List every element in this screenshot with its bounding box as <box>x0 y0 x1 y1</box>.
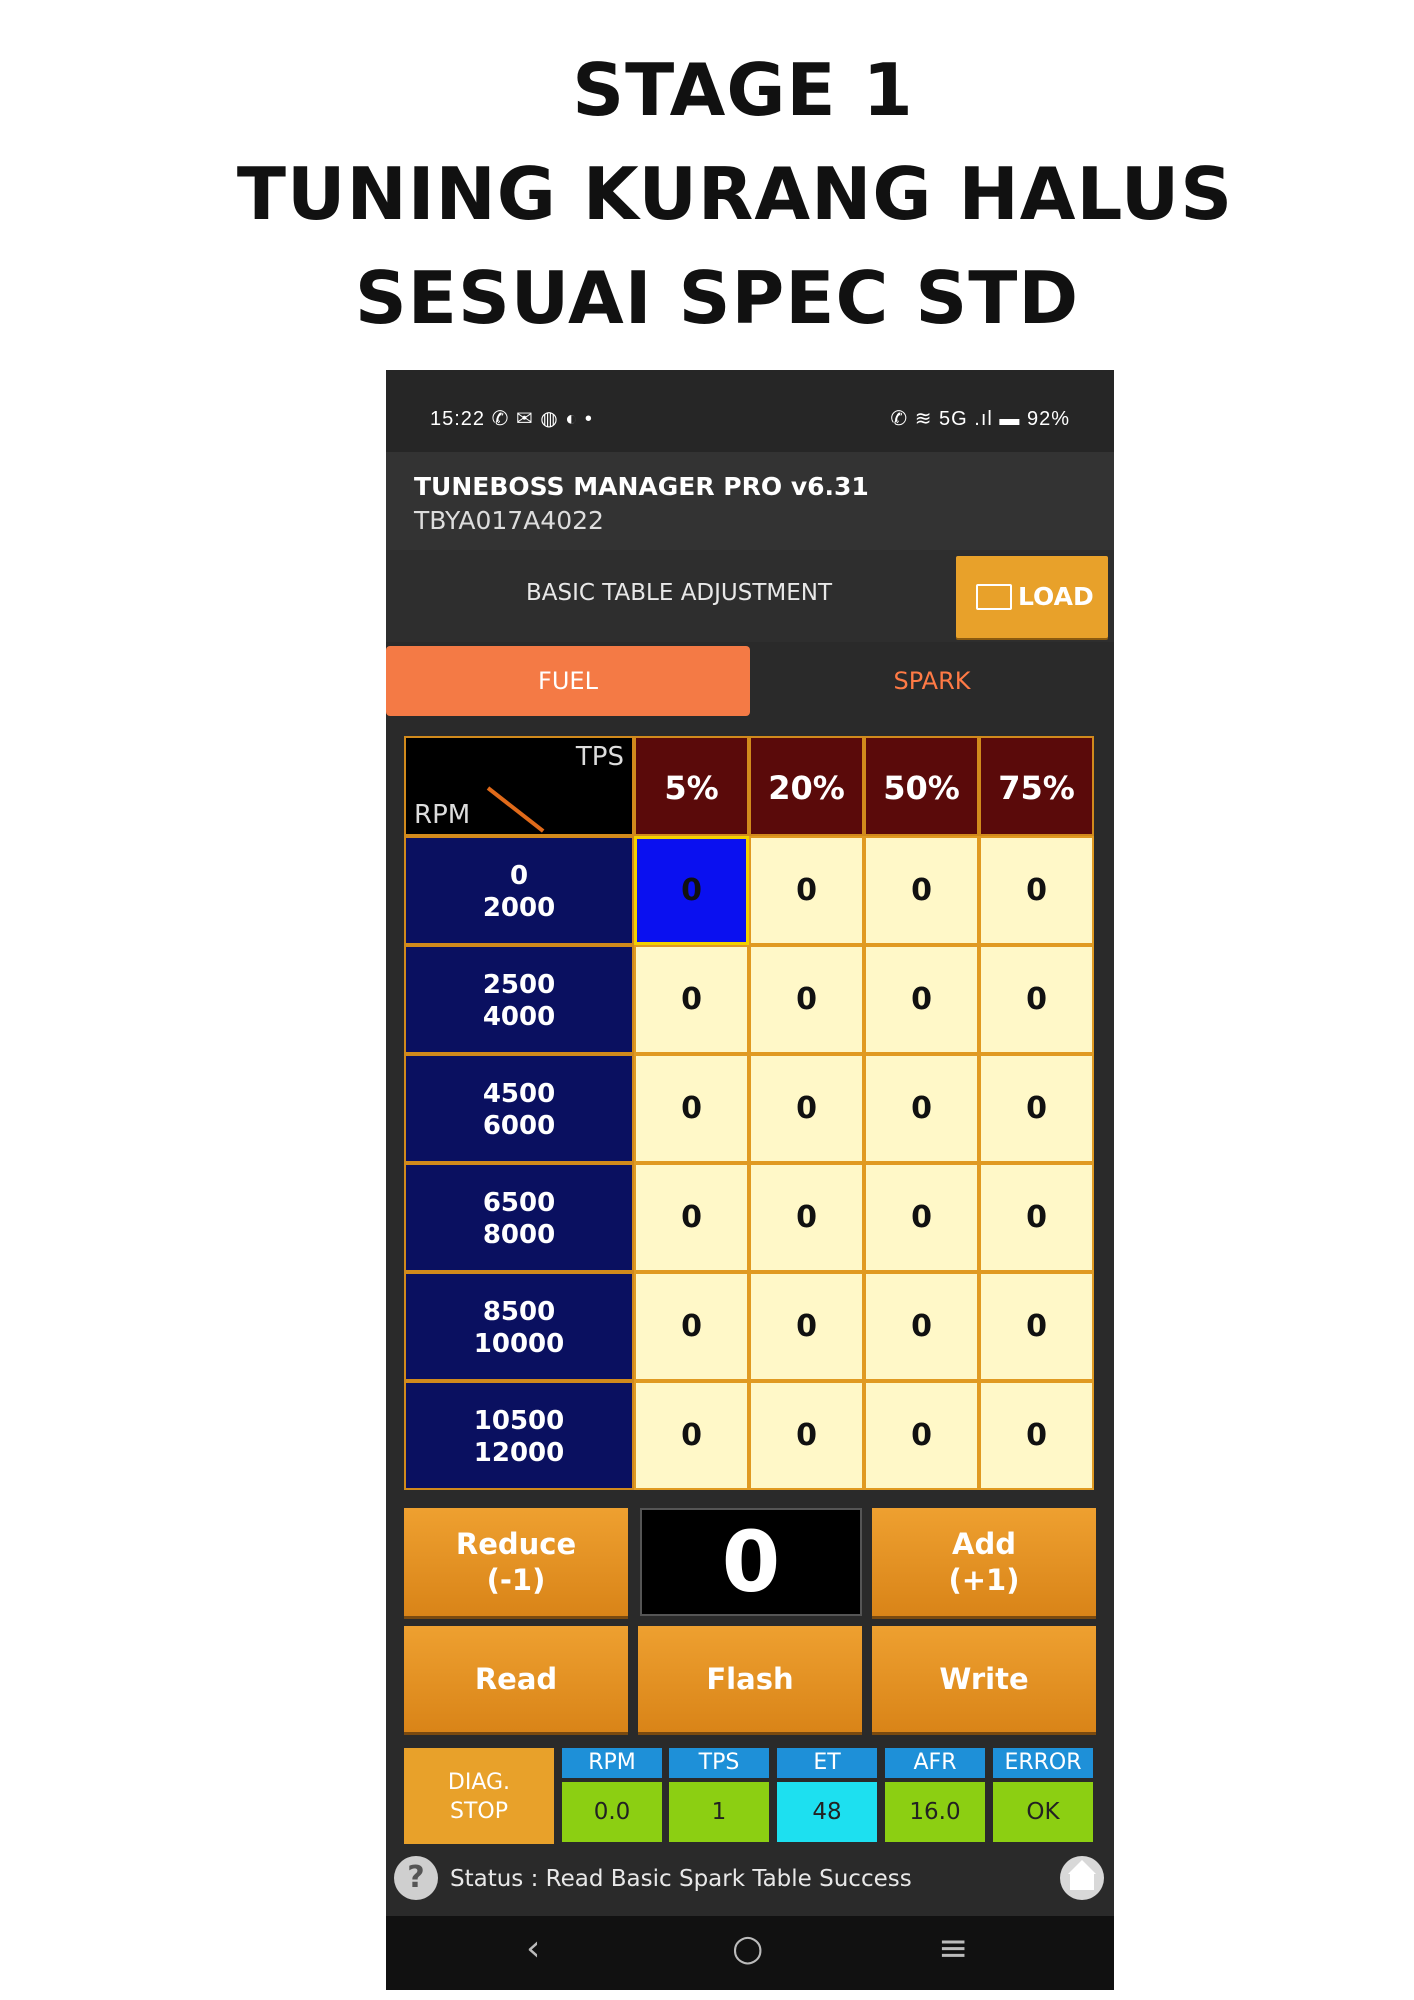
table-cell[interactable]: 0 <box>749 945 864 1054</box>
recents-icon[interactable]: ≡ <box>938 1928 968 1969</box>
table-cell[interactable]: 0 <box>749 1163 864 1272</box>
system-nav-bar: ‹ ○ ≡ <box>386 1916 1114 1990</box>
headline-line-2: TUNING KURANG HALUS <box>236 152 1234 236</box>
tab-bar: FUEL SPARK <box>386 642 1114 720</box>
toolbar: BASIC TABLE ADJUSTMENT LOAD <box>386 550 1114 642</box>
app-bar: TUNEBOSS MANAGER PRO v6.31 TBYA017A4022 <box>386 452 1114 550</box>
phone-screenshot: 15:22 ✆ ✉ ◍ ◐ • ✆ ≋ 5G .ıl ▬ 92% TUNEBOS… <box>386 370 1114 1990</box>
diag-value-rpm: 0.0 <box>562 1782 662 1842</box>
diag-header-tps: TPS <box>669 1748 769 1778</box>
home-icon[interactable] <box>1060 1856 1104 1900</box>
column-header: 20% <box>749 736 864 836</box>
column-header: 50% <box>864 736 979 836</box>
headline-line-3: SESUAI SPEC STD <box>354 256 1080 340</box>
diag-stop-button[interactable]: DIAG. STOP <box>404 1748 554 1844</box>
home-nav-icon[interactable]: ○ <box>732 1928 763 1969</box>
add-step: (+1) <box>948 1563 1020 1597</box>
diag-value-afr: 16.0 <box>885 1782 985 1842</box>
help-icon[interactable]: ? <box>394 1856 438 1900</box>
notification-icons: ✆ ✉ ◍ ◐ • <box>491 408 593 430</box>
row-header: 4500 6000 <box>404 1054 634 1163</box>
table-cell[interactable]: 0 <box>864 945 979 1054</box>
diag-header-error: ERROR <box>993 1748 1093 1778</box>
table-cell[interactable]: 0 <box>979 1163 1094 1272</box>
table-cell[interactable]: 0 <box>634 1163 749 1272</box>
device-id: TBYA017A4022 <box>414 506 604 535</box>
row-header: 2500 4000 <box>404 945 634 1054</box>
table-cell[interactable]: 0 <box>979 1272 1094 1381</box>
status-message: Status : Read Basic Spark Table Success <box>450 1866 912 1892</box>
table-cell[interactable]: 0 <box>979 1054 1094 1163</box>
row-header: 6500 8000 <box>404 1163 634 1272</box>
signal-icons: ✆ ≋ 5G .ıl ▬ <box>890 408 1021 430</box>
status-bar: 15:22 ✆ ✉ ◍ ◐ • ✆ ≋ 5G .ıl ▬ 92% <box>386 370 1114 452</box>
reduce-label: Reduce <box>455 1527 577 1561</box>
table-cell[interactable]: 0 <box>634 945 749 1054</box>
stop-label: STOP <box>450 1799 508 1824</box>
table-cell[interactable]: 0 <box>979 836 1094 945</box>
load-button[interactable]: LOAD <box>956 556 1108 638</box>
folder-icon <box>976 584 1012 610</box>
reduce-step: (-1) <box>486 1563 546 1597</box>
diag-label: DIAG. <box>447 1770 511 1795</box>
table-cell[interactable]: 0 <box>634 1381 749 1490</box>
status-right: ✆ ≋ 5G .ıl ▬ 92% <box>890 406 1070 431</box>
reduce-button[interactable]: Reduce (-1) <box>404 1508 628 1616</box>
status-left: 15:22 ✆ ✉ ◍ ◐ • <box>430 406 593 431</box>
status-line: ? Status : Read Basic Spark Table Succes… <box>386 1850 1114 1906</box>
table-cell[interactable]: 0 <box>749 836 864 945</box>
load-label: LOAD <box>1018 582 1094 611</box>
row-header: 0 2000 <box>404 836 634 945</box>
current-value-display: 0 <box>640 1508 862 1616</box>
diag-value-tps: 1 <box>669 1782 769 1842</box>
battery-level: 92% <box>1026 408 1070 430</box>
table-cell-selected[interactable]: 0 <box>634 836 749 945</box>
write-button[interactable]: Write <box>872 1626 1096 1732</box>
flash-button[interactable]: Flash <box>638 1626 862 1732</box>
add-label: Add <box>952 1527 1016 1561</box>
table-cell[interactable]: 0 <box>864 1054 979 1163</box>
table-cell[interactable]: 0 <box>749 1381 864 1490</box>
table-cell[interactable]: 0 <box>864 1272 979 1381</box>
table-cell[interactable]: 0 <box>864 836 979 945</box>
diag-header-et: ET <box>777 1748 877 1778</box>
tps-axis-label: TPS <box>575 742 624 772</box>
back-icon[interactable]: ‹ <box>526 1928 540 1969</box>
read-button[interactable]: Read <box>404 1626 628 1732</box>
tab-spark[interactable]: SPARK <box>750 646 1114 716</box>
screen-title: BASIC TABLE ADJUSTMENT <box>526 580 833 606</box>
row-header: 8500 10000 <box>404 1272 634 1381</box>
row-header: 10500 12000 <box>404 1381 634 1490</box>
table-cell[interactable]: 0 <box>749 1054 864 1163</box>
app-title: TUNEBOSS MANAGER PRO v6.31 <box>414 472 869 501</box>
table-corner: TPS RPM <box>404 736 634 836</box>
table-cell[interactable]: 0 <box>864 1381 979 1490</box>
table-cell[interactable]: 0 <box>864 1163 979 1272</box>
add-button[interactable]: Add (+1) <box>872 1508 1096 1616</box>
headline-line-1: STAGE 1 <box>572 48 914 132</box>
diag-value-error: OK <box>993 1782 1093 1842</box>
tab-fuel[interactable]: FUEL <box>386 646 750 716</box>
table-cell[interactable]: 0 <box>634 1054 749 1163</box>
diag-header-rpm: RPM <box>562 1748 662 1778</box>
diag-value-et: 48 <box>777 1782 877 1842</box>
table-cell[interactable]: 0 <box>979 945 1094 1054</box>
table-cell[interactable]: 0 <box>749 1272 864 1381</box>
rpm-axis-label: RPM <box>414 800 471 830</box>
diag-header-afr: AFR <box>885 1748 985 1778</box>
column-header: 5% <box>634 736 749 836</box>
diagonal-divider <box>486 786 545 833</box>
table-cell[interactable]: 0 <box>979 1381 1094 1490</box>
column-header: 75% <box>979 736 1094 836</box>
table-cell[interactable]: 0 <box>634 1272 749 1381</box>
clock: 15:22 <box>430 408 486 430</box>
